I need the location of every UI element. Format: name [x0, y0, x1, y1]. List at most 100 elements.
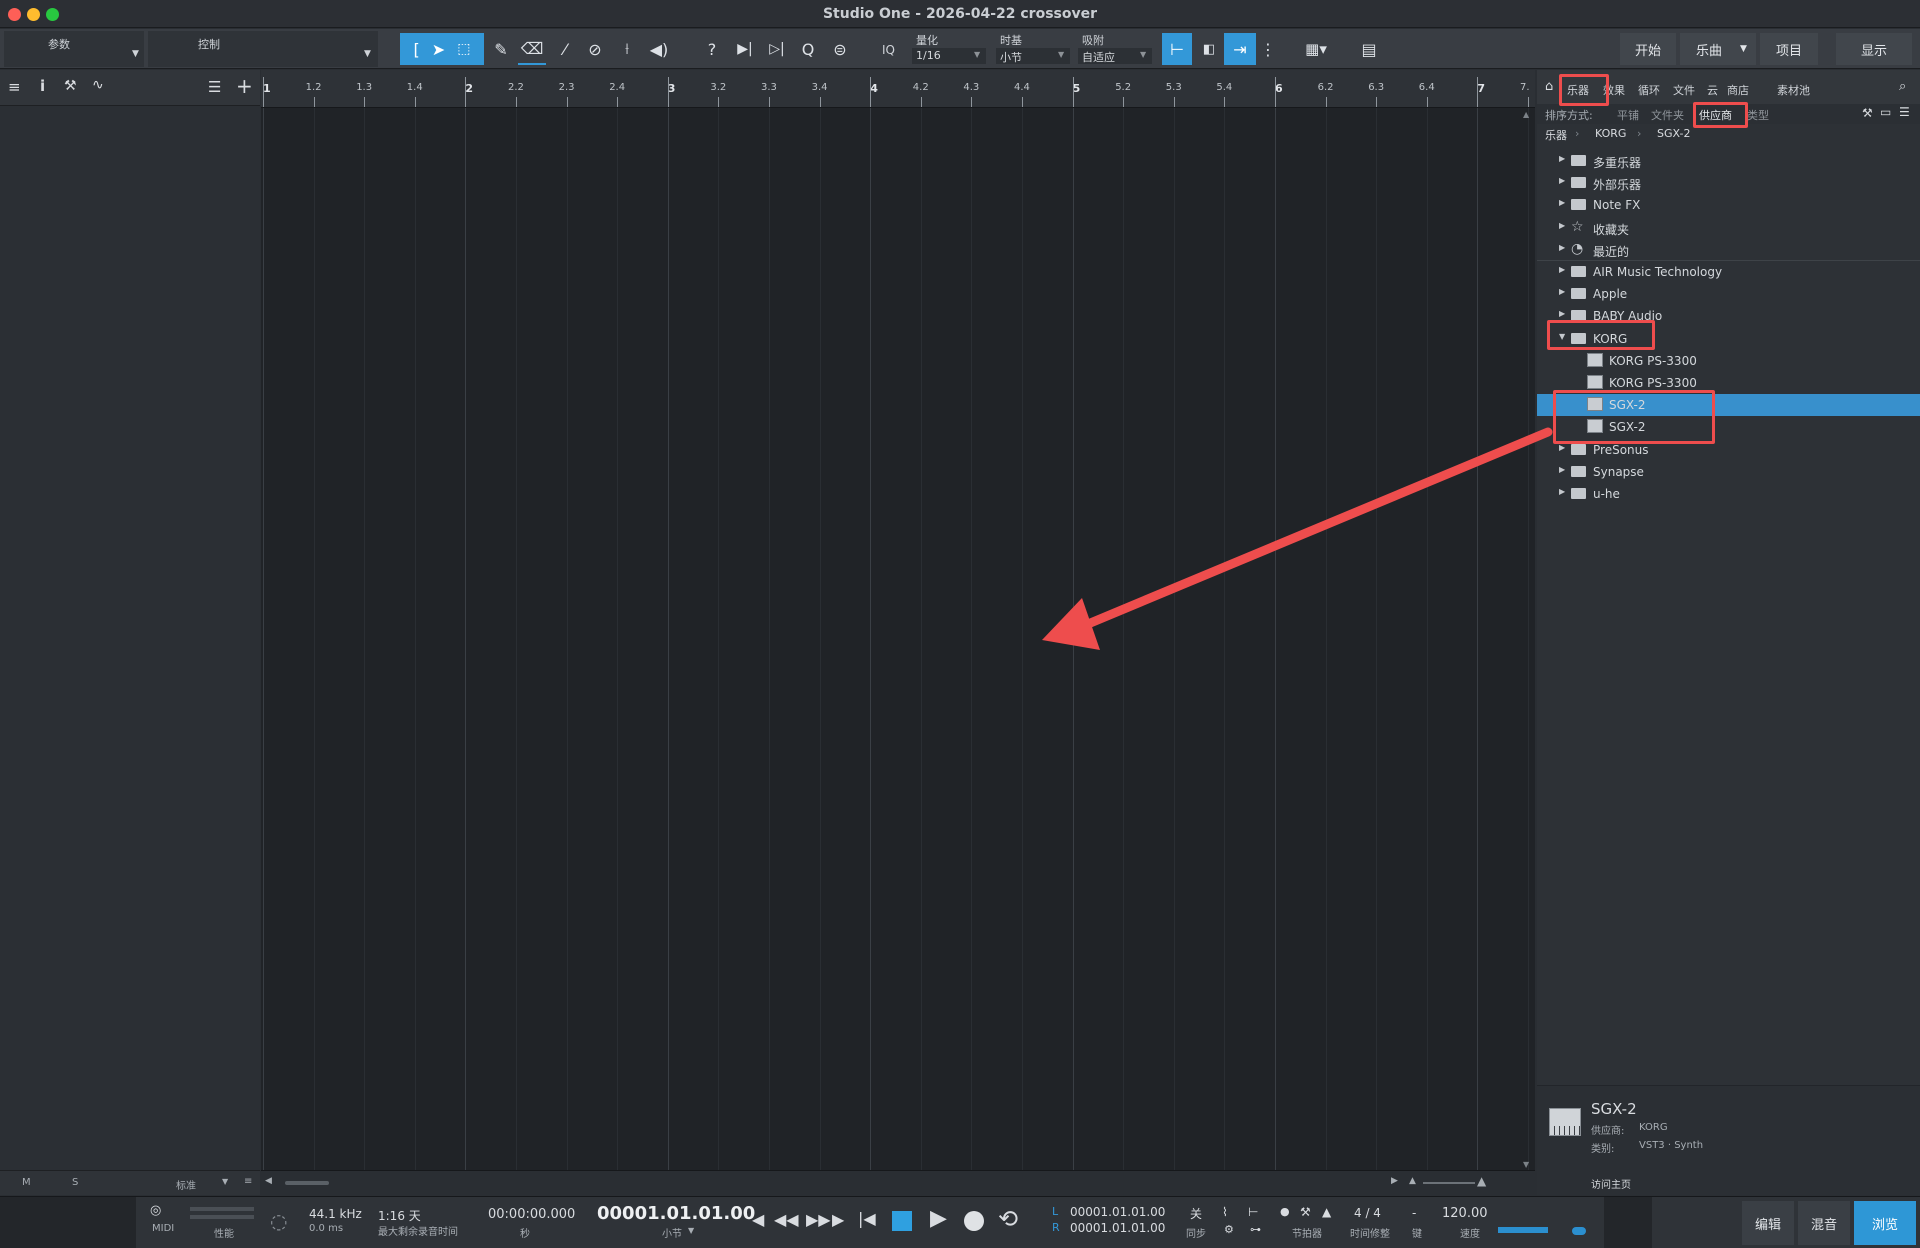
arrow-tool-icon[interactable]: ➤ [432, 40, 445, 59]
bounce-icon[interactable]: ▶| [732, 33, 758, 65]
tab-files[interactable]: 文件 [1673, 82, 1695, 98]
chevron-down-icon[interactable]: ▼ [222, 1177, 228, 1186]
time-display[interactable]: 00:00:00.000 [488, 1207, 575, 1222]
tree-item-plugin[interactable]: KORG PS-3300 [1537, 350, 1920, 372]
mute-tool-icon[interactable]: ⊘ [582, 33, 608, 65]
close-window-button[interactable] [8, 8, 21, 21]
wrench-icon[interactable]: ⚒ [1862, 106, 1873, 120]
tab-pool[interactable]: 素材池 [1777, 82, 1810, 98]
add-track-icon[interactable]: + [236, 74, 253, 98]
tree-item-plugin[interactable]: SGX-2 [1537, 394, 1920, 417]
nav-song-button[interactable]: 乐曲 ▼ [1680, 33, 1756, 65]
menu-icon[interactable]: ≡ [8, 78, 21, 96]
visit-homepage-link[interactable]: 访问主页 [1591, 1176, 1631, 1191]
toggle-icon[interactable] [1572, 1227, 1586, 1235]
timeline-ruler[interactable]: 1 1.2 1.3 1.4 2 2.2 2.3 2.4 3 3.2 3.3 3.4 4 4.2 4.3 4.4… [261, 70, 1535, 108]
tree-item-folder[interactable]: ▶ Apple [1537, 283, 1920, 305]
list-icon[interactable]: ≡ [244, 1176, 252, 1187]
listen-tool-icon[interactable]: ◀) [646, 33, 672, 65]
loop-end[interactable]: 00001.01.01.00 [1070, 1221, 1165, 1235]
chevron-down-icon[interactable]: ▼ [1559, 332, 1565, 341]
chevron-right-icon[interactable]: ▶ [1559, 154, 1565, 163]
nav-start-button[interactable]: 开始 [1620, 33, 1676, 65]
chevron-down-icon[interactable]: ▼ [364, 49, 371, 59]
tab-instruments[interactable]: 乐器 [1567, 82, 1589, 98]
return-zero-icon[interactable]: |◀ [858, 1209, 876, 1228]
tree-item-folder[interactable]: ▶ ◔ 最近的 [1537, 239, 1920, 261]
paint-tool-icon[interactable]: ⁄ [552, 33, 578, 65]
mix-button[interactable]: 混音 [1798, 1201, 1850, 1245]
tree-item-folder[interactable]: ▶ BABY Audio [1537, 305, 1920, 327]
zoom-out-icon[interactable]: ▲ [1409, 1176, 1416, 1186]
chevron-right-icon[interactable]: ▶ [1559, 265, 1565, 274]
time-signature[interactable]: 4 / 4 [1354, 1206, 1381, 1220]
video-icon[interactable]: ▤ [1356, 33, 1382, 65]
loop-icon[interactable]: ⟲ [998, 1205, 1018, 1233]
list-view-icon[interactable]: ☰ [1899, 105, 1910, 119]
snap-grid-icon[interactable]: ◧ [1196, 33, 1222, 65]
chevron-right-icon[interactable]: ▶ [1559, 198, 1565, 207]
record-button[interactable] [964, 1211, 984, 1231]
tab-effects[interactable]: 效果 [1603, 82, 1625, 98]
chevron-right-icon[interactable]: ▶ [1559, 487, 1565, 496]
range-bracket-icon[interactable]: [ [414, 40, 420, 59]
click-icon[interactable]: ● [1280, 1205, 1290, 1218]
wrench-icon[interactable]: ⚒ [64, 78, 77, 94]
tree-item-folder[interactable]: ▶ AIR Music Technology [1537, 261, 1920, 283]
zoom-icon[interactable]: Q [796, 33, 820, 65]
nav-show-button[interactable]: 显示 [1836, 33, 1912, 65]
scroll-down-icon[interactable]: ▼ [1523, 1160, 1529, 1169]
chevron-right-icon[interactable]: ▶ [1559, 465, 1565, 474]
mute-all-button[interactable]: M [22, 1177, 31, 1188]
layout-options-icon[interactable]: ▦▾ [1294, 33, 1338, 65]
chevron-right-icon[interactable]: ▶ [1559, 176, 1565, 185]
sort-type[interactable]: 类型 [1747, 107, 1769, 123]
position-display[interactable]: 00001.01.01.00 [597, 1203, 755, 1224]
performance-label[interactable]: 性能 [214, 1225, 234, 1240]
iq-button[interactable]: IQ [882, 43, 895, 57]
scroll-up-icon[interactable]: ▲ [1523, 110, 1529, 119]
tree-item-folder[interactable]: ▶ 外部乐器 [1537, 172, 1920, 194]
tree-item-plugin[interactable]: SGX-2 [1537, 416, 1920, 438]
timebase-select[interactable]: 小节 ▼ [996, 48, 1070, 64]
zoom-in-icon[interactable]: ▲ [1477, 1174, 1486, 1188]
scroll-right-icon[interactable]: ▶ [1391, 1176, 1398, 1186]
preview-icon[interactable]: ▭ [1880, 105, 1891, 119]
breadcrumb-item[interactable]: KORG [1595, 127, 1626, 140]
chevron-right-icon[interactable]: ▶ [1559, 443, 1565, 452]
sort-vendor[interactable]: 供应商 [1699, 107, 1732, 123]
minimize-window-button[interactable] [27, 8, 40, 21]
rewind-icon[interactable]: ◀◀ [774, 1210, 799, 1229]
tab-loops[interactable]: 循环 [1638, 82, 1660, 98]
tree-item-folder[interactable]: ▶ ☆ 收藏夹 [1537, 217, 1920, 239]
tree-item-folder[interactable]: ▶ Synapse [1537, 461, 1920, 483]
params-panel[interactable]: 参数 ▼ [4, 31, 144, 67]
breadcrumb-item[interactable]: SGX-2 [1657, 127, 1690, 140]
groove-icon[interactable]: ⊜ [826, 33, 854, 65]
autopunch-icon[interactable]: ⊶ [1250, 1223, 1261, 1236]
track-list-icon[interactable]: ☰ [208, 78, 221, 96]
tree-item-folder[interactable]: ▶ PreSonus [1537, 439, 1920, 461]
scroll-left-icon[interactable]: ◀ [265, 1176, 272, 1186]
tree-item-folder[interactable]: ▶ 多重乐器 [1537, 150, 1920, 172]
chevron-down-icon[interactable]: ▼ [688, 1226, 694, 1235]
zoom-window-button[interactable] [46, 8, 59, 21]
search-icon[interactable]: ⌕ [1899, 79, 1906, 94]
info-icon[interactable]: i [40, 77, 45, 95]
tree-item-folder[interactable]: ▶ Note FX [1537, 194, 1920, 216]
nav-project-button[interactable]: 项目 [1760, 33, 1818, 65]
browse-button[interactable]: 浏览 [1854, 1201, 1916, 1245]
forward-icon[interactable]: ▶ [832, 1210, 844, 1229]
key-value[interactable]: - [1412, 1206, 1416, 1220]
automation-icon[interactable]: ∿ [92, 77, 104, 93]
chevron-right-icon[interactable]: ▶ [1559, 221, 1565, 230]
wrench-icon[interactable]: ⚒ [1300, 1205, 1311, 1219]
chevron-right-icon[interactable]: ▶ [1559, 243, 1565, 252]
tree-item-folder[interactable]: ▼ KORG [1537, 328, 1920, 350]
metronome-icon[interactable]: ▲ [1322, 1205, 1331, 1219]
arrange-view[interactable]: 1 1.2 1.3 1.4 2 2.2 2.3 2.4 3 3.2 3.3 3.4 4 4.2 4.3 4.4… [261, 70, 1535, 1195]
eraser-tool-icon[interactable]: ⌫ [518, 33, 546, 65]
snap-select[interactable]: 自适应 ▼ [1078, 48, 1152, 64]
horizontal-scrollbar[interactable] [285, 1181, 329, 1185]
cursor-follow-icon[interactable]: ⋮ [1258, 33, 1278, 65]
